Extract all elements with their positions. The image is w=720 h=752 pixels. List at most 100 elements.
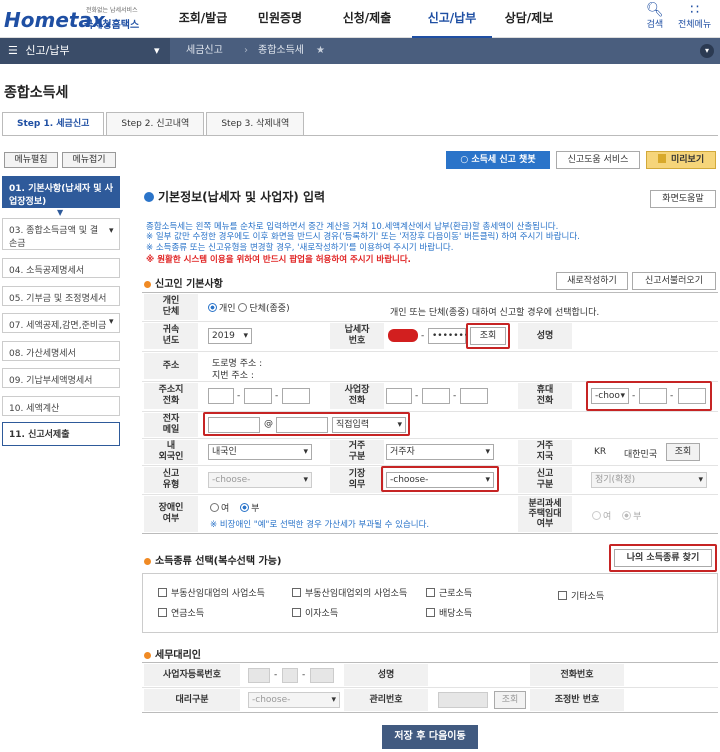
home-phone-3[interactable] (282, 388, 310, 404)
country-code: KR (594, 447, 607, 457)
checkbox-wage[interactable]: 근로소득 (426, 586, 472, 599)
resident-type-select[interactable]: 거주자 (386, 444, 494, 460)
table-bottom-border (142, 533, 718, 534)
radio-individual[interactable] (208, 303, 217, 312)
chevron-down-icon[interactable]: ▾ (700, 44, 714, 58)
radio-no-label: 부 (633, 512, 642, 522)
biz-phone-1[interactable] (386, 388, 412, 404)
radio-disabled-no[interactable] (240, 503, 250, 512)
basic-section-title: 신고인 기본사항 (144, 275, 223, 290)
side-item-submit[interactable]: 11. 신고서제출 (2, 422, 120, 446)
side-item-penalty[interactable]: 08. 가산세명세서 (2, 341, 120, 361)
email-label: 전자 메일 (144, 413, 198, 437)
checkbox-other[interactable]: 기타소득 (558, 589, 604, 602)
report-type-select[interactable]: -choose- (208, 472, 312, 488)
disabled-radio-group: 여 부 (210, 501, 259, 514)
logo-subtitle: 국세청홈택스 (84, 20, 140, 31)
step-tabs: Step 1. 세금신고 Step 2. 신고내역 Step 3. 삭제내역 (2, 112, 306, 136)
hometax-logo[interactable]: 전화없는 납세서비스 Hometax. 국세청홈택스 (4, 4, 154, 34)
gnb-item-lookup[interactable]: 조회/발급 (168, 0, 238, 38)
side-item-income-amount[interactable]: 03. 종합소득금액 및 결손금 (2, 218, 120, 250)
radio-separate-no[interactable] (622, 511, 632, 520)
breadcrumb-income-tax[interactable]: 종합소득세 (258, 38, 304, 64)
radio-separate-yes[interactable] (592, 511, 601, 520)
tab-step2[interactable]: Step 2. 신고내역 (106, 112, 205, 136)
name-label: 성명 (518, 323, 572, 349)
year-select[interactable]: 2019 (208, 328, 252, 344)
row-divider (142, 438, 718, 439)
menu-dropdown[interactable]: ☰ 신고/납부 ▾ (0, 38, 170, 64)
report-class-label: 신고 구분 (518, 467, 572, 493)
radio-individual-label: 개인 (219, 304, 236, 314)
biz-phone-3[interactable] (460, 388, 488, 404)
agent-biz-no-2 (282, 668, 298, 683)
separate-radio-group: 여 부 (592, 509, 641, 522)
home-phone-2[interactable] (244, 388, 272, 404)
taxpayer-no-input[interactable]: ••••••• (428, 328, 469, 344)
dash: - (415, 391, 419, 401)
side-item-basic-info[interactable]: 01. 기본사항(납세자 및 사업장정보) (2, 176, 120, 208)
agent-adjust-no-label: 조정반 번호 (530, 689, 624, 711)
checkbox-box (558, 591, 567, 600)
residence-select[interactable]: 내국인 (208, 444, 312, 460)
help-service-button[interactable]: 신고도움 서비스 (556, 151, 640, 169)
report-class-select[interactable]: 정기(확정) (591, 472, 707, 488)
grid-icon: ∷ (690, 2, 700, 18)
checkbox-label: 부동산임대업외의 사업소득 (305, 589, 408, 599)
select-caret-icon: ▾ (109, 226, 114, 236)
gnb-item-apply[interactable]: 신청/제출 (322, 0, 412, 38)
type-radio-group: 개인 단체(종중) (208, 301, 290, 314)
income-section-title-text: 소득종류 선택(복수선택 가능) (155, 556, 282, 567)
agent-name-label: 성명 (344, 664, 428, 686)
radio-disabled-yes[interactable] (210, 503, 219, 512)
menu-collapse-button[interactable]: 메뉴접기 (62, 152, 116, 168)
main-title-text: 기본정보(납세자 및 사업자) 입력 (158, 190, 326, 204)
year-label: 귀속 년도 (144, 323, 198, 349)
side-item-prepaid[interactable]: 09. 기납부세액명세서 (2, 368, 120, 388)
gnb-item-report-pay[interactable]: 신고/납부 (412, 0, 492, 38)
screen-help-button[interactable]: 화면도움말 (650, 190, 716, 208)
preview-button[interactable]: 미리보기 (646, 151, 716, 169)
new-write-button[interactable]: 새로작성하기 (556, 272, 628, 290)
gnb-item-consult[interactable]: 상담/제보 (492, 0, 566, 38)
gnb-item-certificate[interactable]: 민원증명 (238, 0, 322, 38)
chatbot-button[interactable]: ○ 소득세 신고 챗봇 (446, 151, 550, 169)
breadcrumb-tax-report[interactable]: 세금신고 (186, 38, 223, 64)
highlight-email (203, 412, 410, 436)
all-menu-tool[interactable]: ∷ 전체메뉴 (678, 3, 711, 30)
home-phone-1[interactable] (208, 388, 234, 404)
menu-expand-button[interactable]: 메뉴펼침 (4, 152, 58, 168)
agent-section-title: 세무대리인 (144, 646, 201, 661)
menu-dropdown-label: 신고/납부 (25, 44, 70, 57)
table-top-border (142, 292, 718, 293)
tab-step3[interactable]: Step 3. 삭제내역 (206, 112, 305, 136)
save-next-button[interactable]: 저장 후 다음이동 (382, 725, 478, 749)
note-popup-warning: ※ 원활한 시스템 이용을 위하여 반드시 팝업을 허용하여 주시기 바랍니다. (146, 255, 411, 265)
tab-step1[interactable]: Step 1. 세금신고 (2, 112, 105, 136)
checkbox-dividend[interactable]: 배당소득 (426, 606, 472, 619)
checkbox-non-rental-business[interactable]: 부동산임대업외의 사업소득 (292, 586, 407, 599)
search-icon: 🔍︎ (646, 2, 664, 18)
row-divider (142, 687, 718, 688)
agent-type-select[interactable]: -choose- (248, 692, 340, 708)
dash: - (453, 391, 457, 401)
star-icon[interactable]: ★ (316, 38, 325, 64)
checkbox-interest[interactable]: 이자소득 (292, 606, 338, 619)
checkbox-label: 연금소득 (171, 609, 205, 619)
side-item-tax-credit[interactable]: 07. 세액공제,감면,준비금 (2, 313, 120, 333)
preview-icon (657, 154, 666, 163)
agent-lookup-button[interactable]: 조회 (494, 691, 526, 709)
biz-phone-2[interactable] (422, 388, 450, 404)
search-tool[interactable]: 🔍︎ 검색 (646, 3, 664, 30)
checkbox-rental-business[interactable]: 부동산임대업의 사업소득 (158, 586, 265, 599)
residence-label: 내 외국인 (144, 440, 198, 464)
radio-group[interactable] (238, 303, 248, 312)
individual-desc: 개인 또는 단체(종중) 대하여 신고할 경우에 선택합니다. (390, 308, 600, 318)
country-lookup-button[interactable]: 조회 (666, 443, 700, 461)
checkbox-pension[interactable]: 연금소득 (158, 606, 204, 619)
side-item-tax-calc[interactable]: 10. 세액계산 (2, 396, 120, 416)
side-item-donation[interactable]: 05. 기부금 및 조정명세서 (2, 286, 120, 306)
side-item-deduction[interactable]: 04. 소득공제명세서 (2, 258, 120, 278)
tab-divider (2, 135, 718, 136)
load-report-button[interactable]: 신고서불러오기 (632, 272, 716, 290)
